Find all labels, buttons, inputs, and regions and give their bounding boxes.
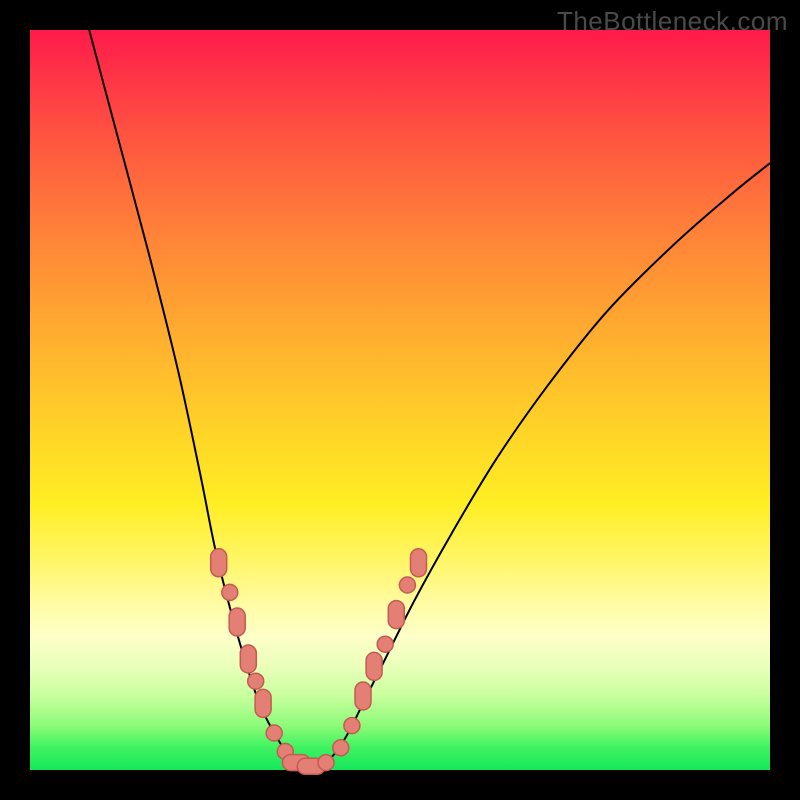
data-marker (229, 608, 245, 636)
data-marker (318, 755, 334, 771)
watermark-text: TheBottleneck.com (557, 6, 788, 37)
data-marker (344, 718, 360, 734)
chart-svg (30, 30, 770, 770)
data-marker (366, 652, 382, 680)
chart-plot-area (30, 30, 770, 770)
data-marker (399, 577, 415, 593)
data-marker (411, 549, 427, 577)
bottleneck-curve (89, 30, 770, 768)
data-marker (222, 584, 238, 600)
data-marker (211, 549, 227, 577)
data-marker (333, 740, 349, 756)
chart-frame: TheBottleneck.com (0, 0, 800, 800)
data-marker (240, 645, 256, 673)
data-marker (377, 636, 393, 652)
data-markers (211, 549, 427, 775)
data-marker (388, 601, 404, 629)
data-marker (355, 682, 371, 710)
data-marker (255, 689, 271, 717)
data-marker (248, 673, 264, 689)
data-marker (266, 725, 282, 741)
